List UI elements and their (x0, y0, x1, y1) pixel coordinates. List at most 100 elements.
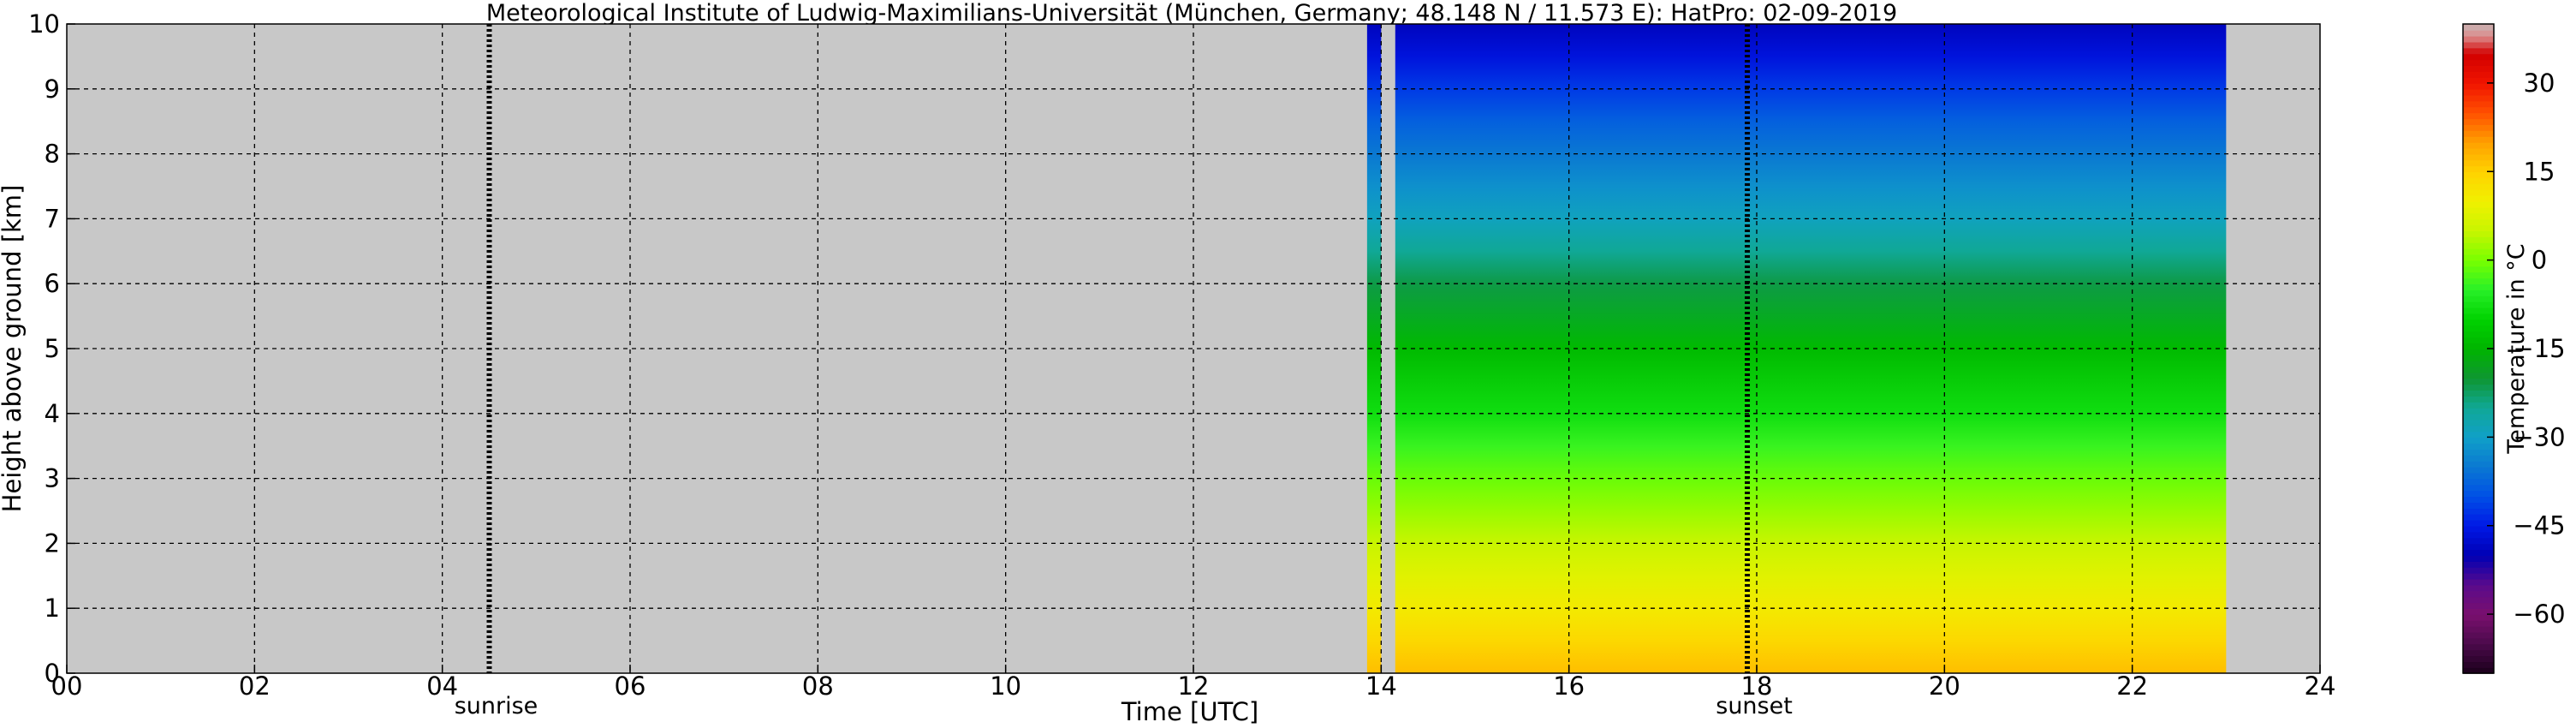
colorbar-cell (2463, 230, 2494, 237)
colorbar-cell (2463, 82, 2494, 90)
colorbar-cell (2463, 313, 2494, 320)
colorbar-cell (2463, 360, 2494, 367)
colorbar-cell (2463, 88, 2494, 96)
colorbar-cell (2463, 24, 2494, 31)
colorbar-cell (2463, 272, 2494, 279)
y-tick-label: 4 (45, 399, 60, 428)
colorbar-cell (2463, 47, 2494, 55)
colorbar-cell (2463, 466, 2494, 474)
colorbar-cell (2463, 135, 2494, 143)
y-tick-label: 9 (45, 75, 60, 104)
colorbar-tick-label: −15 (2513, 334, 2565, 363)
temperature-figure: Meteorological Institute of Ludwig-Maxim… (0, 0, 2566, 726)
colorbar-cell (2463, 549, 2494, 556)
x-tick-label: 06 (615, 671, 646, 701)
colorbar-cell (2463, 572, 2494, 580)
y-tick-label: 5 (45, 334, 60, 363)
colorbar-cell (2463, 419, 2494, 427)
colorbar-cell (2463, 378, 2494, 385)
y-tick-label: 10 (28, 9, 60, 39)
colorbar-cell (2463, 566, 2494, 574)
y-tick-label: 2 (45, 528, 60, 558)
colorbar-cell (2463, 525, 2494, 533)
colorbar-cell (2463, 53, 2494, 61)
colorbar-cell (2463, 460, 2494, 468)
colorbar-cell (2463, 425, 2494, 433)
colorbar-cell (2463, 396, 2494, 403)
x-tick-label: 22 (2116, 671, 2148, 701)
colorbar-tick-label: 15 (2524, 157, 2555, 186)
colorbar-cell (2463, 188, 2494, 196)
colorbar-cell (2463, 106, 2494, 114)
colorbar-cell (2463, 260, 2494, 267)
x-tick-label: 10 (990, 671, 1021, 701)
colorbar: −60 −45 −30 −15 0 15 30 (2462, 23, 2566, 674)
colorbar-cell (2463, 543, 2494, 551)
colorbar-cell (2463, 29, 2494, 37)
colorbar-cell (2463, 502, 2494, 509)
x-tick-label: 08 (802, 671, 834, 701)
colorbar-cell (2463, 619, 2494, 627)
colorbar-cell (2463, 643, 2494, 651)
colorbar-cell (2463, 141, 2494, 149)
colorbar-cell (2463, 578, 2494, 586)
colorbar-cell (2463, 242, 2494, 249)
colorbar-cell (2463, 390, 2494, 397)
colorbar-cell (2463, 555, 2494, 562)
data-segment-1 (1395, 24, 2227, 673)
x-tick-label: 12 (1178, 671, 1210, 701)
colorbar-cell (2463, 177, 2494, 184)
colorbar-cell (2463, 147, 2494, 155)
colorbar-cell (2463, 478, 2494, 486)
colorbar-cell (2463, 584, 2494, 592)
colorbar-cell (2463, 301, 2494, 308)
colorbar-cell (2463, 71, 2494, 78)
colorbar-cell (2463, 649, 2494, 657)
x-tick-label: 18 (1741, 671, 1773, 701)
colorbar-cell (2463, 402, 2494, 409)
colorbar-cell (2463, 508, 2494, 515)
colorbar-cell (2463, 637, 2494, 645)
colorbar-cell (2463, 118, 2494, 125)
colorbar-cell (2463, 472, 2494, 480)
y-tick-label: 1 (45, 594, 60, 623)
colorbar-cell (2463, 319, 2494, 326)
colorbar-cell (2463, 65, 2494, 72)
colorbar-tick-label: −30 (2513, 422, 2565, 451)
colorbar-cell (2463, 200, 2494, 208)
colorbar-cell (2463, 531, 2494, 539)
y-axis-label: Height above ground [km] (0, 185, 27, 513)
colorbar-cell (2463, 337, 2494, 343)
colorbar-cell (2463, 366, 2494, 373)
colorbar-tick-label: 30 (2524, 69, 2555, 98)
colorbar-cell (2463, 183, 2494, 190)
plot-area: sunrise sunset00 02 04 06 08 10 12 14 16 18 20 22 240… (28, 9, 2335, 719)
colorbar-cell (2463, 661, 2494, 668)
colorbar-cell (2463, 372, 2494, 379)
colorbar-cell (2463, 277, 2494, 284)
colorbar-cell (2463, 266, 2494, 273)
colorbar-cell (2463, 596, 2494, 604)
colorbar-cell (2463, 283, 2494, 290)
colorbar-cell (2463, 655, 2494, 663)
colorbar-cell (2463, 236, 2494, 243)
colorbar-cell (2463, 437, 2494, 445)
colorbar-cell (2463, 443, 2494, 450)
colorbar-cell (2463, 130, 2494, 137)
colorbar-cell (2463, 331, 2494, 338)
colorbar-cell (2463, 602, 2494, 609)
colorbar-cell (2463, 490, 2494, 498)
colorbar-cell (2463, 484, 2494, 492)
colorbar-cell (2463, 449, 2494, 456)
colorbar-cell (2463, 218, 2494, 226)
colorbar-cell (2463, 41, 2494, 49)
x-tick-label: 14 (1365, 671, 1397, 701)
colorbar-cell (2463, 413, 2494, 421)
colorbar-cell (2463, 212, 2494, 220)
colorbar-cell (2463, 153, 2494, 161)
colorbar-cell (2463, 631, 2494, 639)
colorbar-cell (2463, 224, 2494, 231)
colorbar-cell (2463, 354, 2494, 361)
y-tick-label: 8 (45, 140, 60, 169)
colorbar-cell (2463, 248, 2494, 255)
